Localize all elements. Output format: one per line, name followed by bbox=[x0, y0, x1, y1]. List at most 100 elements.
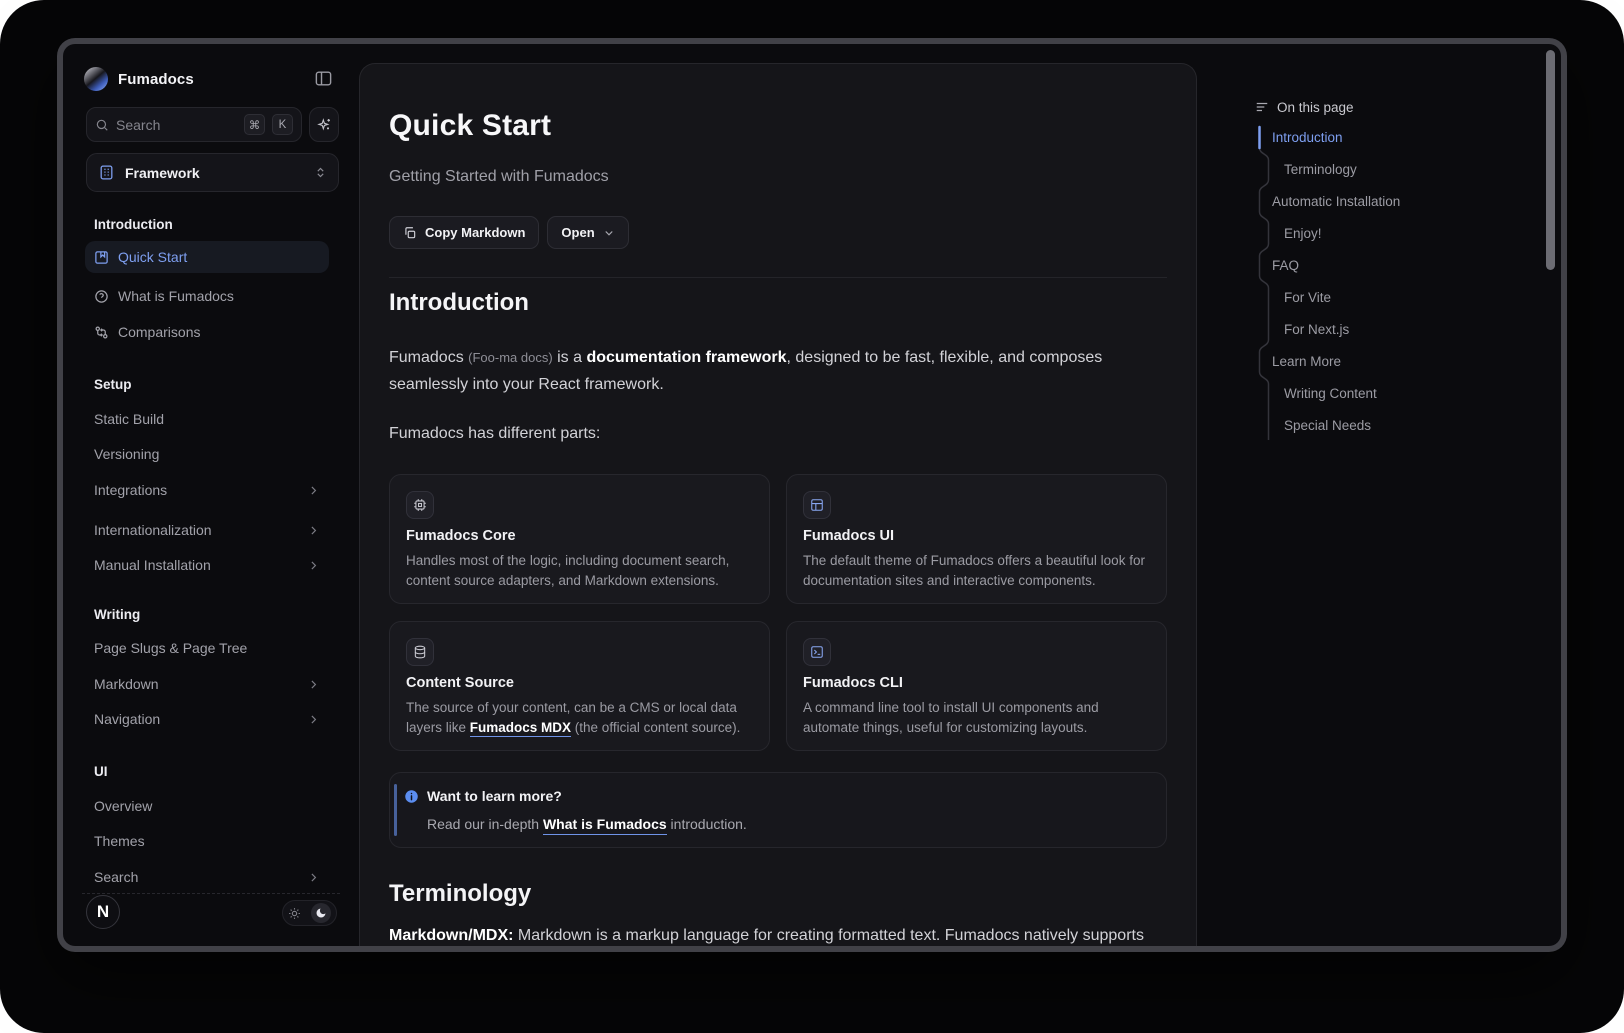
toc-item-for-vite[interactable]: For Vite bbox=[1284, 282, 1331, 314]
card-title: Fumadocs Core bbox=[406, 528, 516, 544]
framework-selector[interactable]: Framework bbox=[86, 153, 339, 192]
search-icon bbox=[95, 118, 109, 132]
info-callout: Want to learn more? Read our in-depth Wh… bbox=[389, 772, 1167, 848]
card-fumadocs-ui[interactable]: Fumadocs UI The default theme of Fumadoc… bbox=[786, 474, 1167, 604]
cpu-icon bbox=[406, 491, 434, 519]
git-compare-icon bbox=[94, 325, 109, 340]
what-is-fumadocs-link[interactable]: What is Fumadocs bbox=[543, 816, 667, 835]
card-fumadocs-cli[interactable]: Fumadocs CLI A command line tool to inst… bbox=[786, 621, 1167, 751]
section-heading-terminology: Terminology bbox=[389, 880, 531, 908]
sidebar-item-label: What is Fumadocs bbox=[118, 288, 234, 304]
theme-toggle[interactable] bbox=[282, 900, 337, 926]
sidebar-item-label: Page Slugs & Page Tree bbox=[94, 640, 247, 656]
moon-icon[interactable] bbox=[311, 903, 331, 923]
sidebar-item-label: Internationalization bbox=[94, 522, 212, 538]
feature-cards: Fumadocs Core Handles most of the logic,… bbox=[389, 474, 1167, 751]
layout-panel-icon bbox=[803, 491, 831, 519]
card-title: Content Source bbox=[406, 675, 514, 691]
sidebar-item-comparisons[interactable]: Comparisons bbox=[85, 316, 329, 348]
app-window: Fumadocs Search ⌘ K bbox=[57, 38, 1567, 952]
toc-header: On this page bbox=[1255, 96, 1354, 118]
toc-item-enjoy[interactable]: Enjoy! bbox=[1284, 218, 1322, 250]
sidebar-item-label: Navigation bbox=[94, 711, 160, 727]
sidebar-item-versioning[interactable]: Versioning bbox=[85, 438, 329, 470]
sidebar-section-setup: Setup bbox=[85, 368, 329, 400]
sidebar-item-label: Static Build bbox=[94, 411, 164, 427]
scrollbar-thumb[interactable] bbox=[1546, 50, 1555, 270]
sidebar-item-page-slugs[interactable]: Page Slugs & Page Tree bbox=[85, 632, 329, 664]
section-heading-introduction: Introduction bbox=[389, 289, 529, 317]
album-icon bbox=[94, 250, 109, 265]
sidebar-item-label: Overview bbox=[94, 798, 152, 814]
search-input[interactable]: Search ⌘ K bbox=[86, 107, 302, 142]
sidebar-section-introduction: Introduction bbox=[85, 208, 329, 240]
sidebar-item-label: Versioning bbox=[94, 446, 159, 462]
sidebar-item-label: Themes bbox=[94, 833, 145, 849]
list-icon bbox=[1255, 100, 1269, 114]
card-title: Fumadocs CLI bbox=[803, 675, 903, 691]
sidebar-section-ui: UI bbox=[85, 755, 329, 787]
terminology-paragraph: Markdown/MDX: Markdown is a markup langu… bbox=[389, 922, 1173, 946]
chevron-right-icon bbox=[307, 871, 320, 884]
sidebar-item-search[interactable]: Search bbox=[85, 861, 329, 893]
terminal-icon bbox=[803, 638, 831, 666]
sidebar-item-static-build[interactable]: Static Build bbox=[85, 403, 329, 435]
sidebar-item-themes[interactable]: Themes bbox=[85, 825, 329, 857]
chevron-right-icon bbox=[307, 524, 320, 537]
sidebar-item-internationalization[interactable]: Internationalization bbox=[85, 514, 329, 546]
sidebar-item-label: Search bbox=[94, 869, 138, 885]
sidebar-item-label: Comparisons bbox=[118, 324, 200, 340]
sidebar-item-markdown[interactable]: Markdown bbox=[85, 668, 329, 700]
chevron-down-icon bbox=[603, 227, 615, 239]
header-divider bbox=[389, 277, 1167, 278]
kbd-k: K bbox=[272, 114, 293, 135]
framework-icon bbox=[98, 164, 115, 181]
sidebar: Fumadocs Search ⌘ K bbox=[63, 44, 359, 946]
sun-icon[interactable] bbox=[288, 907, 301, 920]
toc-item-writing-content[interactable]: Writing Content bbox=[1284, 378, 1377, 410]
database-icon bbox=[406, 638, 434, 666]
sidebar-item-label: Manual Installation bbox=[94, 557, 211, 573]
sidebar-section-writing: Writing bbox=[85, 598, 329, 630]
toc-item-automatic-installation[interactable]: Automatic Installation bbox=[1272, 186, 1400, 218]
help-circle-icon bbox=[94, 289, 109, 304]
chevrons-up-down-icon bbox=[314, 166, 327, 179]
toc-item-terminology[interactable]: Terminology bbox=[1284, 154, 1357, 186]
sidebar-item-label: Markdown bbox=[94, 676, 159, 692]
toc-item-introduction[interactable]: Introduction bbox=[1272, 122, 1343, 154]
main-content-panel: Quick Start Getting Started with Fumadoc… bbox=[359, 63, 1197, 946]
search-placeholder: Search bbox=[116, 117, 160, 133]
fumadocs-mdx-link[interactable]: Fumadocs MDX bbox=[470, 720, 571, 737]
copy-markdown-button[interactable]: Copy Markdown bbox=[389, 216, 539, 249]
callout-body: Read our in-depth What is Fumadocs intro… bbox=[427, 816, 747, 832]
app-window-content: Fumadocs Search ⌘ K bbox=[63, 44, 1561, 946]
toc-guide-line bbox=[1258, 122, 1274, 444]
sidebar-item-quick-start[interactable]: Quick Start bbox=[85, 241, 329, 273]
ai-assistant-button[interactable] bbox=[309, 107, 339, 142]
nextjs-logo[interactable]: N bbox=[86, 895, 120, 929]
sidebar-item-integrations[interactable]: Integrations bbox=[85, 474, 329, 506]
chevron-right-icon bbox=[307, 678, 320, 691]
card-description: The source of your content, can be a CMS… bbox=[406, 698, 754, 738]
open-dropdown-button[interactable]: Open bbox=[547, 216, 628, 249]
brand[interactable]: Fumadocs bbox=[84, 66, 194, 92]
card-content-source[interactable]: Content Source The source of your conten… bbox=[389, 621, 770, 751]
sparkles-icon bbox=[316, 117, 332, 133]
toc-item-special-needs[interactable]: Special Needs bbox=[1284, 410, 1371, 442]
sidebar-item-manual-installation[interactable]: Manual Installation bbox=[85, 549, 329, 581]
toc-item-faq[interactable]: FAQ bbox=[1272, 250, 1299, 282]
sidebar-item-what-is-fumadocs[interactable]: What is Fumadocs bbox=[85, 280, 329, 312]
pronunciation-note: (Foo-ma docs) bbox=[468, 350, 553, 365]
sidebar-collapse-icon[interactable] bbox=[314, 69, 333, 88]
chevron-right-icon bbox=[307, 559, 320, 572]
sidebar-item-navigation[interactable]: Navigation bbox=[85, 703, 329, 735]
toc-item-for-nextjs[interactable]: For Next.js bbox=[1284, 314, 1349, 346]
card-title: Fumadocs UI bbox=[803, 528, 894, 544]
card-fumadocs-core[interactable]: Fumadocs Core Handles most of the logic,… bbox=[389, 474, 770, 604]
copy-icon bbox=[403, 226, 417, 240]
card-description: Handles most of the logic, including doc… bbox=[406, 551, 754, 591]
info-icon bbox=[404, 789, 419, 804]
sidebar-item-overview[interactable]: Overview bbox=[85, 790, 329, 822]
card-description: The default theme of Fumadocs offers a b… bbox=[803, 551, 1151, 591]
toc-item-learn-more[interactable]: Learn More bbox=[1272, 346, 1341, 378]
